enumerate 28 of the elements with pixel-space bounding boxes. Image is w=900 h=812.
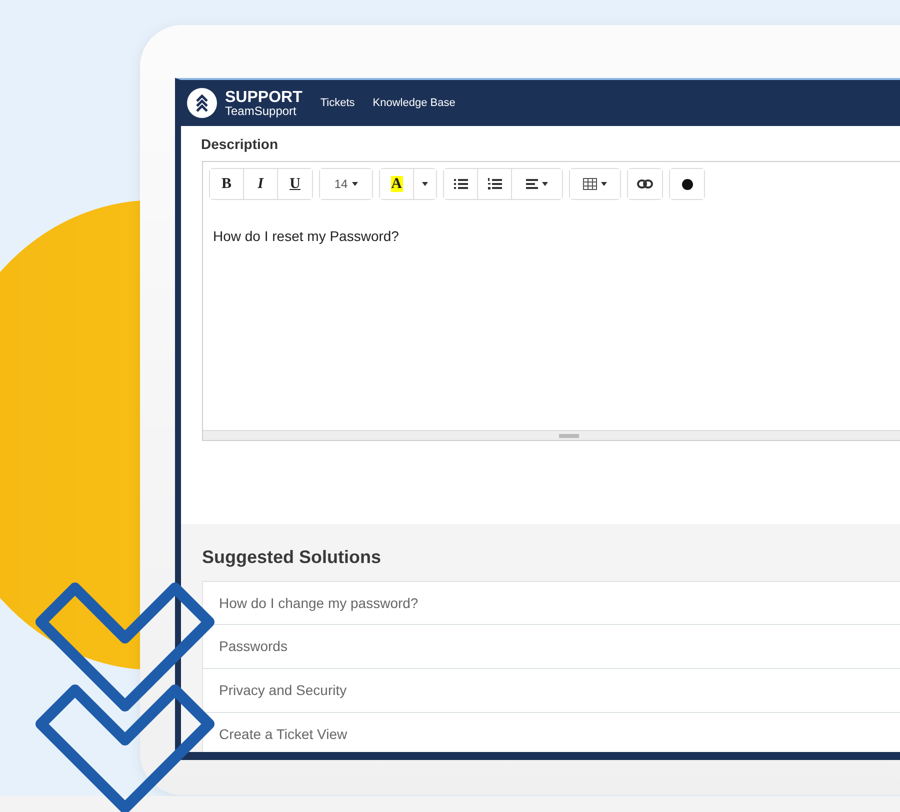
caret-icon <box>542 182 548 186</box>
record-icon <box>682 178 692 190</box>
bullets-button[interactable] <box>444 169 478 199</box>
solution-link[interactable]: Create a Ticket View <box>202 713 900 752</box>
table-icon <box>583 178 597 190</box>
solution-link[interactable]: How do I change my password? <box>202 581 900 625</box>
brand-subtitle: TeamSupport <box>225 104 298 116</box>
text-color-button[interactable]: A <box>380 169 414 199</box>
text-editor[interactable]: B I U 14 A How do I reset my Password? <box>202 161 900 441</box>
solution-link[interactable]: Privacy and Security <box>202 669 900 713</box>
caret-icon <box>601 182 607 186</box>
nav-link[interactable]: Knowledge Base <box>372 94 456 112</box>
caret-icon <box>352 182 358 186</box>
section-title: Suggested Solutions <box>202 546 382 569</box>
logo-icon <box>187 88 217 118</box>
solution-link[interactable]: Passwords <box>202 625 900 669</box>
link-icon <box>637 179 653 189</box>
editor-text: How do I reset my Password? <box>213 228 399 244</box>
align-icon <box>526 179 538 189</box>
field-label: Description <box>201 135 280 154</box>
font-size-dropdown[interactable]: 14 <box>320 169 372 199</box>
caret-icon <box>422 182 428 186</box>
numbered-list-icon <box>488 178 502 190</box>
nav-link[interactable]: Tickets <box>320 94 355 112</box>
bold-button[interactable]: B <box>210 169 244 199</box>
resize-handle[interactable] <box>559 434 579 438</box>
brand-name: SUPPORT <box>225 90 302 104</box>
bullet-list-icon <box>454 178 468 190</box>
